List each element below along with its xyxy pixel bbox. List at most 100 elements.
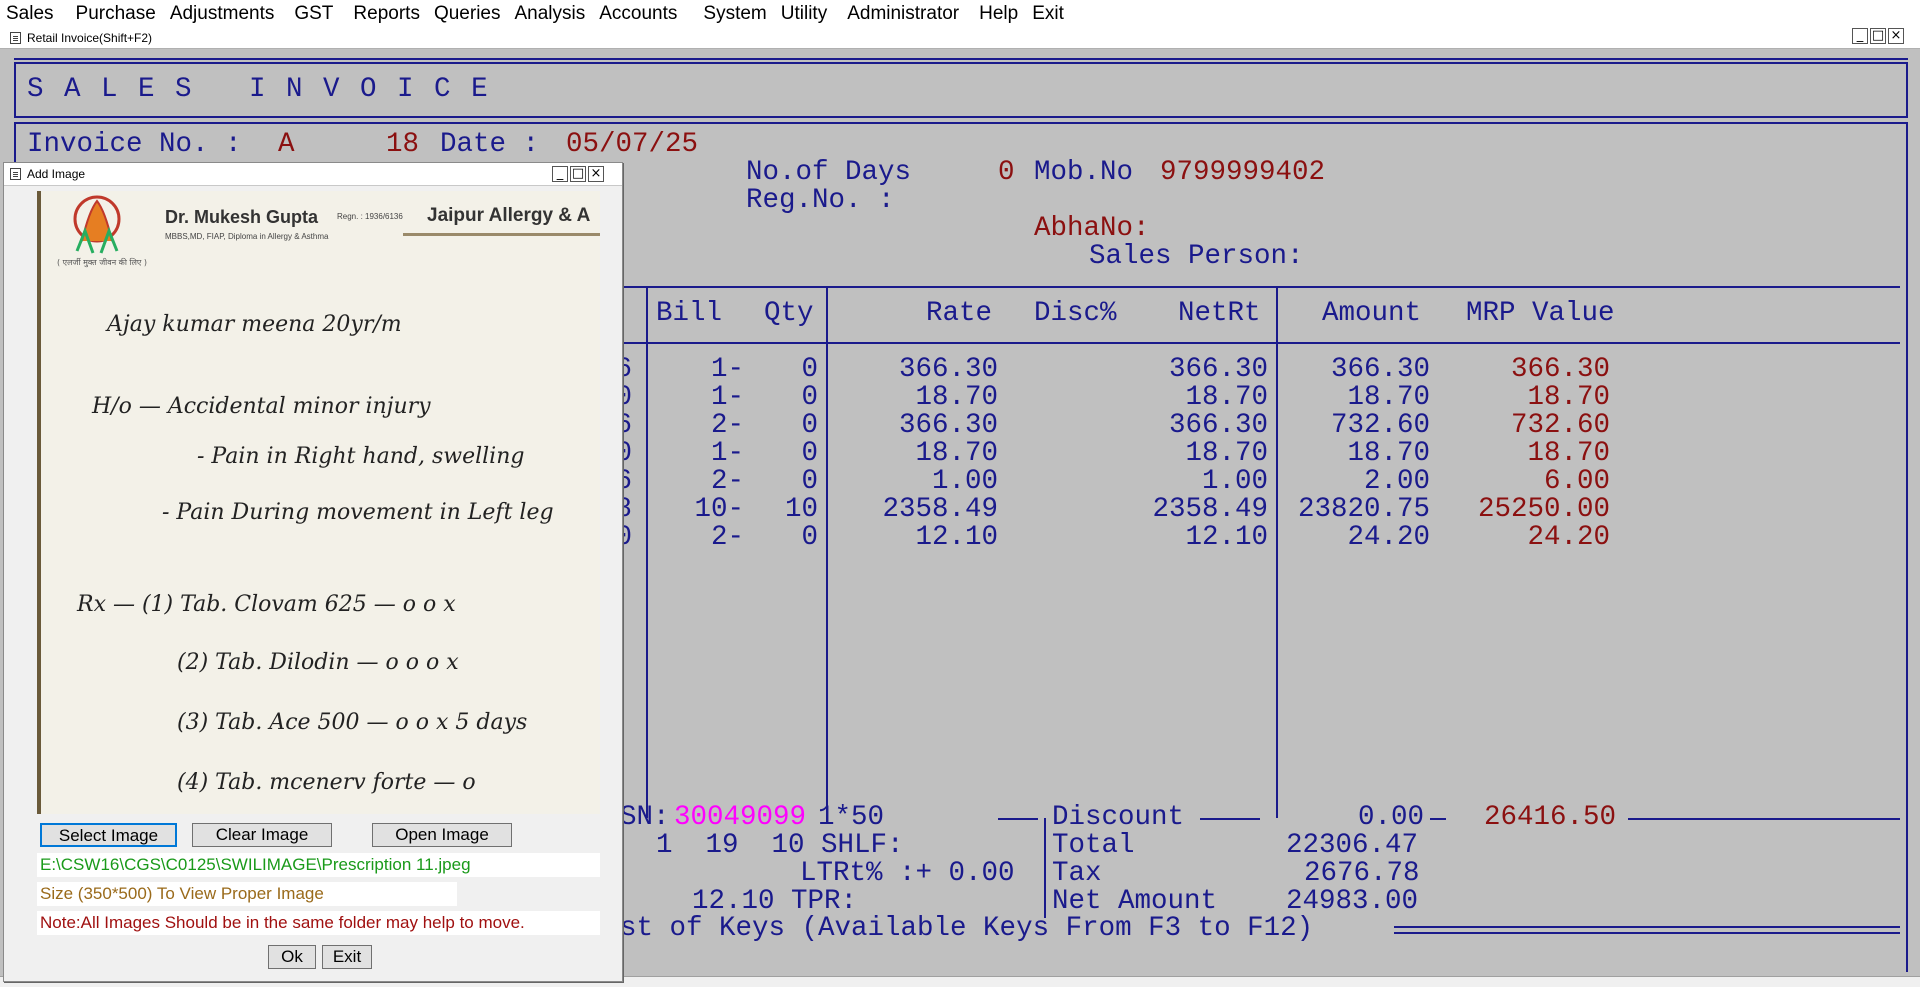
abha-label: AbhaNo: [1034, 213, 1150, 244]
row-2-netrt: 366.30 [1168, 410, 1268, 441]
keys-rule-2 [1394, 932, 1900, 934]
maximize-button[interactable]: □ [1870, 28, 1886, 44]
ok-button[interactable]: Ok [268, 945, 316, 969]
discount-value[interactable]: 0.00 [1358, 804, 1424, 832]
total-value: 22306.47 [1286, 830, 1419, 861]
net-label: Net Amount [1052, 886, 1218, 917]
menu-purchase[interactable]: Purchase [76, 3, 156, 25]
row-5-amount: 23820.75 [1297, 494, 1430, 525]
keys-hint: st of Keys (Available Keys From F3 to F1… [620, 913, 1314, 944]
size-note: Size (350*500) To View Proper Image [37, 882, 457, 906]
total-label: Total [1052, 830, 1135, 861]
row-6-rate: 12.10 [915, 522, 998, 553]
svg-text:(4) Tab. mcenerv forte — o: (4) Tab. mcenerv forte — o [177, 770, 476, 795]
invoice-number[interactable]: 18 [386, 131, 419, 159]
discount-label: Discount [1052, 802, 1185, 833]
top-rule [14, 58, 1908, 60]
hsn-value[interactable]: 30049099 [674, 804, 806, 832]
row-1-amount: 18.70 [1347, 382, 1430, 413]
row-6-bill: 2- [710, 522, 744, 553]
close-button[interactable]: × [1888, 28, 1904, 44]
select-image-button[interactable]: Select Image [40, 823, 177, 847]
reg-label: Reg.No. : [746, 185, 895, 216]
stock-line: 1 19 10 SHLF: [656, 830, 904, 861]
dialog-close-button[interactable]: × [588, 166, 604, 182]
days-value[interactable]: 0 [998, 159, 1015, 187]
dialog-maximize-button[interactable]: □ [570, 166, 586, 182]
discount-rule-left [998, 818, 1038, 820]
mrp-total: 26416.50 [1484, 802, 1617, 833]
col-qty: Qty [764, 298, 814, 329]
row-2-mrp: 732.60 [1510, 410, 1610, 441]
menu-utility[interactable]: Utility [781, 3, 827, 25]
menu-accounts[interactable]: Accounts [599, 3, 677, 25]
row-2-qty: 0 [801, 410, 818, 441]
prescription-illustration: Dr. Mukesh Gupta Regn. : 1936/6136 MBBS,… [37, 191, 600, 814]
svg-text:- Pain During movement in Left: - Pain During movement in Left leg [162, 500, 554, 525]
dialog-title-bar: Add Image _ □ × [4, 163, 622, 186]
mobile-label: Mob.No [1034, 157, 1134, 188]
window-controls: _ □ × [1852, 28, 1904, 44]
menu-reports[interactable]: Reports [353, 3, 420, 25]
row-5-mrp: 25250.00 [1477, 494, 1610, 525]
mobile-value[interactable]: 9799999402 [1160, 159, 1325, 187]
dialog-minimize-button[interactable]: _ [552, 166, 568, 182]
row-3-bill: 1- [710, 438, 744, 469]
ltrt-line: LTRt% :+ 0.00 [800, 858, 1015, 889]
dialog-icon [10, 168, 21, 180]
row-1-rate: 18.70 [915, 382, 998, 413]
tax-value: 2676.78 [1304, 858, 1420, 889]
menu-sales[interactable]: Sales [6, 3, 54, 25]
row-0-qty: 0 [801, 354, 818, 385]
svg-text:H/o — Accidental minor injury: H/o — Accidental minor injury [91, 394, 431, 419]
row-3-rate: 18.70 [915, 438, 998, 469]
menu-exit[interactable]: Exit [1032, 3, 1064, 25]
image-path: E:\CSW16\CGS\C0125\SWILIMAGE\Prescriptio… [37, 853, 600, 877]
menu-bar: Sales Purchase Adjustments GST Reports Q… [0, 0, 1920, 27]
menu-help[interactable]: Help [979, 3, 1018, 25]
dialog-window-controls: _ □ × [552, 166, 604, 182]
doctor-name: Dr. Mukesh Gupta [165, 207, 319, 227]
svg-text:Ajay kumar meena 20yr/m: Ajay kumar meena 20yr/m [105, 312, 402, 337]
row-6-amount: 24.20 [1347, 522, 1430, 553]
col-netrt: NetRt [1178, 298, 1261, 329]
row-0-bill: 1- [710, 354, 744, 385]
menu-system[interactable]: System [703, 3, 766, 25]
menu-adjustments[interactable]: Adjustments [170, 3, 275, 25]
row-4-rate: 1.00 [931, 466, 998, 497]
col-divider-2 [826, 288, 828, 818]
row-5-qty: 10 [784, 494, 818, 525]
invoice-heading: S A L E S I N V O I C E [27, 74, 490, 105]
days-label: No.of Days [746, 157, 912, 188]
row-3-amount: 18.70 [1347, 438, 1430, 469]
totals-divider [1044, 818, 1046, 918]
invoice-series[interactable]: A [278, 131, 295, 159]
row-5-bill: 10- [694, 494, 744, 525]
menu-queries[interactable]: Queries [434, 3, 501, 25]
row-1-bill: 1- [710, 382, 744, 413]
clear-image-button[interactable]: Clear Image [192, 823, 332, 847]
menu-administrator[interactable]: Administrator [847, 3, 959, 25]
row-3-netrt: 18.70 [1185, 438, 1268, 469]
svg-text:(3) Tab. Ace 500 — o o x 5 day: (3) Tab. Ace 500 — o o x 5 days [177, 710, 527, 735]
svg-text:- Pain in Right hand, swelling: - Pain in Right hand, swelling [197, 444, 524, 469]
header-rule-bottom [620, 342, 1900, 344]
row-2-amount: 732.60 [1330, 410, 1430, 441]
exit-button[interactable]: Exit [322, 945, 372, 969]
tax-label: Tax [1052, 858, 1102, 889]
row-4-bill: 2- [710, 466, 744, 497]
col-divider-3 [1276, 288, 1278, 818]
invoice-date[interactable]: 05/07/25 [566, 131, 698, 159]
dialog-title: Add Image [27, 167, 86, 181]
row-0-mrp: 366.30 [1510, 354, 1610, 385]
open-image-button[interactable]: Open Image [372, 823, 512, 847]
row-3-qty: 0 [801, 438, 818, 469]
add-image-dialog: Add Image _ □ × Dr. Mukesh Gupta Regn. :… [3, 162, 623, 982]
svg-text:Rx — (1) Tab. Clovam 625 — o o: Rx — (1) Tab. Clovam 625 — o o x [76, 592, 456, 617]
row-2-bill: 2- [710, 410, 744, 441]
menu-gst[interactable]: GST [294, 3, 333, 25]
row-2-rate: 366.30 [898, 410, 998, 441]
menu-analysis[interactable]: Analysis [514, 3, 585, 25]
folder-note: Note:All Images Should be in the same fo… [37, 911, 600, 935]
minimize-button[interactable]: _ [1852, 28, 1868, 44]
